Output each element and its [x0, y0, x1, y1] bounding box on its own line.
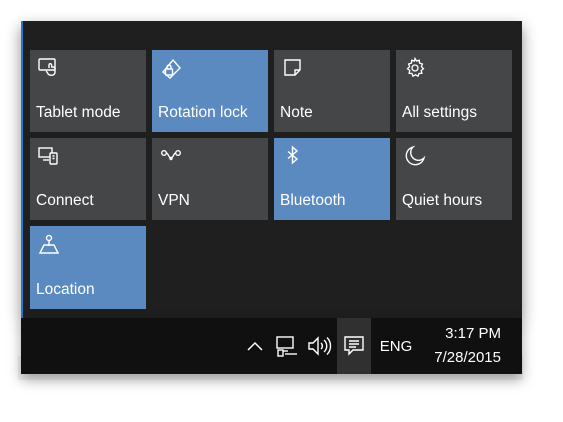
tile-all-settings[interactable]: All settings	[396, 50, 512, 132]
vpn-icon	[159, 144, 183, 168]
location-icon	[37, 232, 61, 256]
tile-connect[interactable]: Connect	[30, 138, 146, 220]
clock-time: 3:17 PM	[445, 325, 501, 342]
volume-icon	[307, 335, 333, 357]
tile-label: Connect	[36, 192, 94, 209]
gear-icon	[403, 56, 427, 80]
tile-label: Quiet hours	[402, 192, 483, 209]
tile-label: Tablet mode	[36, 104, 121, 121]
show-hidden-icons-button[interactable]	[241, 318, 269, 374]
tile-location[interactable]: Location	[30, 226, 146, 309]
tile-tablet-mode[interactable]: Tablet mode	[30, 50, 146, 132]
tile-label: VPN	[158, 192, 190, 209]
tile-note[interactable]: Note	[274, 50, 390, 132]
tile-bluetooth[interactable]: Bluetooth	[274, 138, 390, 220]
tile-rotation-lock[interactable]: Rotation lock	[152, 50, 268, 132]
input-language-button[interactable]: ENG	[375, 318, 417, 374]
language-indicator: ENG	[379, 337, 413, 355]
tile-label: Note	[280, 104, 313, 121]
action-center-panel: Tablet mode Rotation lock Note All setti…	[21, 21, 522, 318]
tile-label: Bluetooth	[280, 192, 346, 209]
action-center-icon	[343, 335, 365, 357]
panel-accent-edge	[21, 21, 23, 318]
moon-icon	[403, 144, 427, 168]
tile-vpn[interactable]: VPN	[152, 138, 268, 220]
network-icon	[275, 335, 299, 357]
taskbar: ENG 3:17 PM 7/28/2015	[21, 318, 522, 374]
connect-icon	[37, 144, 61, 168]
note-icon	[281, 56, 305, 80]
bluetooth-icon	[281, 144, 305, 168]
tile-quiet-hours[interactable]: Quiet hours	[396, 138, 512, 220]
action-center-button[interactable]	[337, 318, 371, 374]
clock-date: 7/28/2015	[434, 349, 501, 366]
volume-button[interactable]	[305, 318, 335, 374]
rotation-lock-icon	[159, 56, 183, 80]
tablet-mode-icon	[37, 56, 61, 80]
tile-label: Rotation lock	[158, 104, 248, 121]
network-button[interactable]	[272, 318, 302, 374]
tile-label: Location	[36, 281, 95, 298]
clock[interactable]: 3:17 PM 7/28/2015	[434, 322, 501, 370]
tile-label: All settings	[402, 104, 477, 121]
chevron-up-icon	[246, 340, 264, 352]
